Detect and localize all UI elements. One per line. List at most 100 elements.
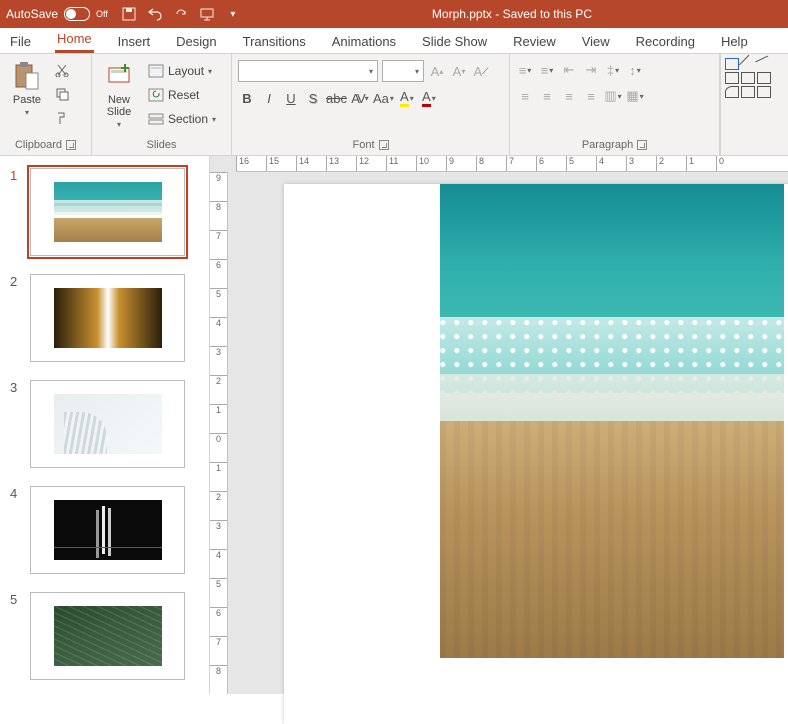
tab-design[interactable]: Design — [174, 30, 218, 53]
decrease-indent-icon[interactable]: ⇤ — [560, 60, 578, 80]
redo-icon[interactable] — [172, 5, 190, 23]
thumbnail-number: 2 — [10, 274, 20, 362]
increase-indent-icon[interactable]: ⇥ — [582, 60, 600, 80]
ruler-vertical: 987654321012345678 — [210, 172, 228, 694]
reset-icon — [148, 88, 164, 102]
copy-icon[interactable] — [52, 84, 72, 104]
align-center-icon[interactable]: ≡ — [538, 86, 556, 106]
canvas-area: 161514131211109876543210 987654321012345… — [210, 156, 788, 694]
slides-label: Slides — [147, 139, 177, 151]
shadow-button[interactable]: S — [304, 88, 322, 108]
align-right-icon[interactable]: ≡ — [560, 86, 578, 106]
justify-icon[interactable]: ≡ — [582, 86, 600, 106]
tab-insert[interactable]: Insert — [116, 30, 153, 53]
quick-access-toolbar: ▾ — [120, 5, 242, 23]
thumbnail-5[interactable]: 5 — [10, 592, 199, 680]
shape-textbox-icon[interactable] — [725, 58, 739, 70]
undo-icon[interactable] — [146, 5, 164, 23]
shape-wave-icon[interactable] — [741, 86, 755, 98]
shape-brace-icon[interactable] — [757, 86, 771, 98]
tab-home[interactable]: Home — [55, 27, 94, 53]
thumbnail-1-image — [54, 182, 162, 242]
format-painter-icon[interactable] — [52, 108, 72, 128]
ribbon: Paste ▾ Clipboard New Slide ▾ Layout▾ Re… — [0, 54, 788, 156]
thumbnail-number: 1 — [10, 168, 20, 256]
font-color-button[interactable]: A▾ — [420, 88, 438, 108]
text-direction-button[interactable]: ↕▾ — [626, 60, 644, 80]
qat-more-icon[interactable]: ▾ — [224, 5, 242, 23]
clipboard-label: Clipboard — [15, 139, 62, 151]
tab-transitions[interactable]: Transitions — [241, 30, 308, 53]
editor-area: 1 2 3 4 5 161514131211109876543210 98765… — [0, 156, 788, 694]
shape-line2-icon[interactable] — [755, 56, 773, 73]
thumbnail-number: 3 — [10, 380, 20, 468]
group-paragraph: ≡▾ ≡▾ ⇤ ⇥ ‡▾ ↕▾ ≡ ≡ ≡ ≡ ▥▾ ▦▾ Paragraph — [510, 54, 720, 155]
highlight-button[interactable]: A▾ — [398, 88, 416, 108]
paste-button[interactable]: Paste ▾ — [6, 60, 48, 117]
thumbnail-4[interactable]: 4 — [10, 486, 199, 574]
italic-button[interactable]: I — [260, 88, 278, 108]
tab-animations[interactable]: Animations — [330, 30, 398, 53]
paragraph-label: Paragraph — [582, 139, 633, 151]
section-label: Section — [168, 112, 208, 126]
tab-review[interactable]: Review — [511, 30, 558, 53]
tab-view[interactable]: View — [580, 30, 612, 53]
decrease-font-icon[interactable]: A▾ — [450, 61, 468, 81]
line-spacing-button[interactable]: ‡▾ — [604, 60, 622, 80]
paste-icon — [11, 60, 43, 92]
tab-recording[interactable]: Recording — [634, 30, 697, 53]
autosave-control[interactable]: AutoSave Off — [6, 7, 108, 21]
tab-help[interactable]: Help — [719, 30, 750, 53]
tab-slideshow[interactable]: Slide Show — [420, 30, 489, 53]
thumbnail-2[interactable]: 2 — [10, 274, 199, 362]
shape-rect-icon[interactable] — [725, 72, 739, 84]
shape-curve-icon[interactable] — [725, 86, 739, 98]
font-size-combo[interactable]: ▾ — [382, 60, 424, 82]
slide-picture[interactable] — [440, 184, 784, 658]
font-name-combo[interactable]: ▾ — [238, 60, 378, 82]
smartart-button[interactable]: ▦▾ — [626, 86, 644, 106]
shape-l-icon[interactable] — [741, 72, 755, 84]
save-icon[interactable] — [120, 5, 138, 23]
shape-line-icon[interactable] — [739, 55, 757, 73]
autosave-toggle[interactable] — [64, 7, 90, 21]
shape-step-icon[interactable] — [757, 72, 771, 84]
clipboard-launcher[interactable] — [66, 140, 76, 150]
clear-format-icon[interactable]: A⟋ — [472, 61, 490, 81]
columns-button[interactable]: ▥▾ — [604, 86, 622, 106]
thumbnail-1[interactable]: 1 — [10, 168, 199, 256]
font-launcher[interactable] — [379, 140, 389, 150]
group-slides: New Slide ▾ Layout▾ Reset Section▾ Slide… — [92, 54, 232, 155]
bullets-button[interactable]: ≡▾ — [516, 60, 534, 80]
align-left-icon[interactable]: ≡ — [516, 86, 534, 106]
bold-button[interactable]: B — [238, 88, 256, 108]
reset-label: Reset — [168, 88, 199, 102]
title-bar: AutoSave Off ▾ Morph.pptx - Saved to thi… — [0, 0, 788, 28]
new-slide-icon — [103, 60, 135, 92]
reset-button[interactable]: Reset — [144, 84, 220, 106]
section-button[interactable]: Section▾ — [144, 108, 220, 130]
group-clipboard: Paste ▾ Clipboard — [0, 54, 92, 155]
ruler-horizontal: 161514131211109876543210 — [236, 156, 788, 172]
increase-font-icon[interactable]: A▴ — [428, 61, 446, 81]
thumbnail-3[interactable]: 3 — [10, 380, 199, 468]
thumbnail-number: 4 — [10, 486, 20, 574]
present-icon[interactable] — [198, 5, 216, 23]
paragraph-launcher[interactable] — [637, 140, 647, 150]
new-slide-button[interactable]: New Slide ▾ — [98, 60, 140, 129]
change-case-button[interactable]: Aa▾ — [373, 88, 394, 108]
numbering-button[interactable]: ≡▾ — [538, 60, 556, 80]
ribbon-tabs: File Home Insert Design Transitions Anim… — [0, 28, 788, 54]
slide-canvas[interactable] — [284, 184, 788, 724]
shapes-gallery[interactable] — [720, 54, 778, 155]
layout-button[interactable]: Layout▾ — [144, 60, 220, 82]
new-slide-label: New Slide — [107, 94, 131, 118]
slide-thumbnails: 1 2 3 4 5 — [0, 156, 210, 694]
strike-button[interactable]: abc — [326, 88, 347, 108]
underline-button[interactable]: U — [282, 88, 300, 108]
paste-label: Paste — [13, 94, 41, 106]
thumbnail-2-image — [54, 288, 162, 348]
cut-icon[interactable] — [52, 60, 72, 80]
tab-file[interactable]: File — [8, 30, 33, 53]
char-spacing-button[interactable]: AV▾ — [351, 88, 369, 108]
